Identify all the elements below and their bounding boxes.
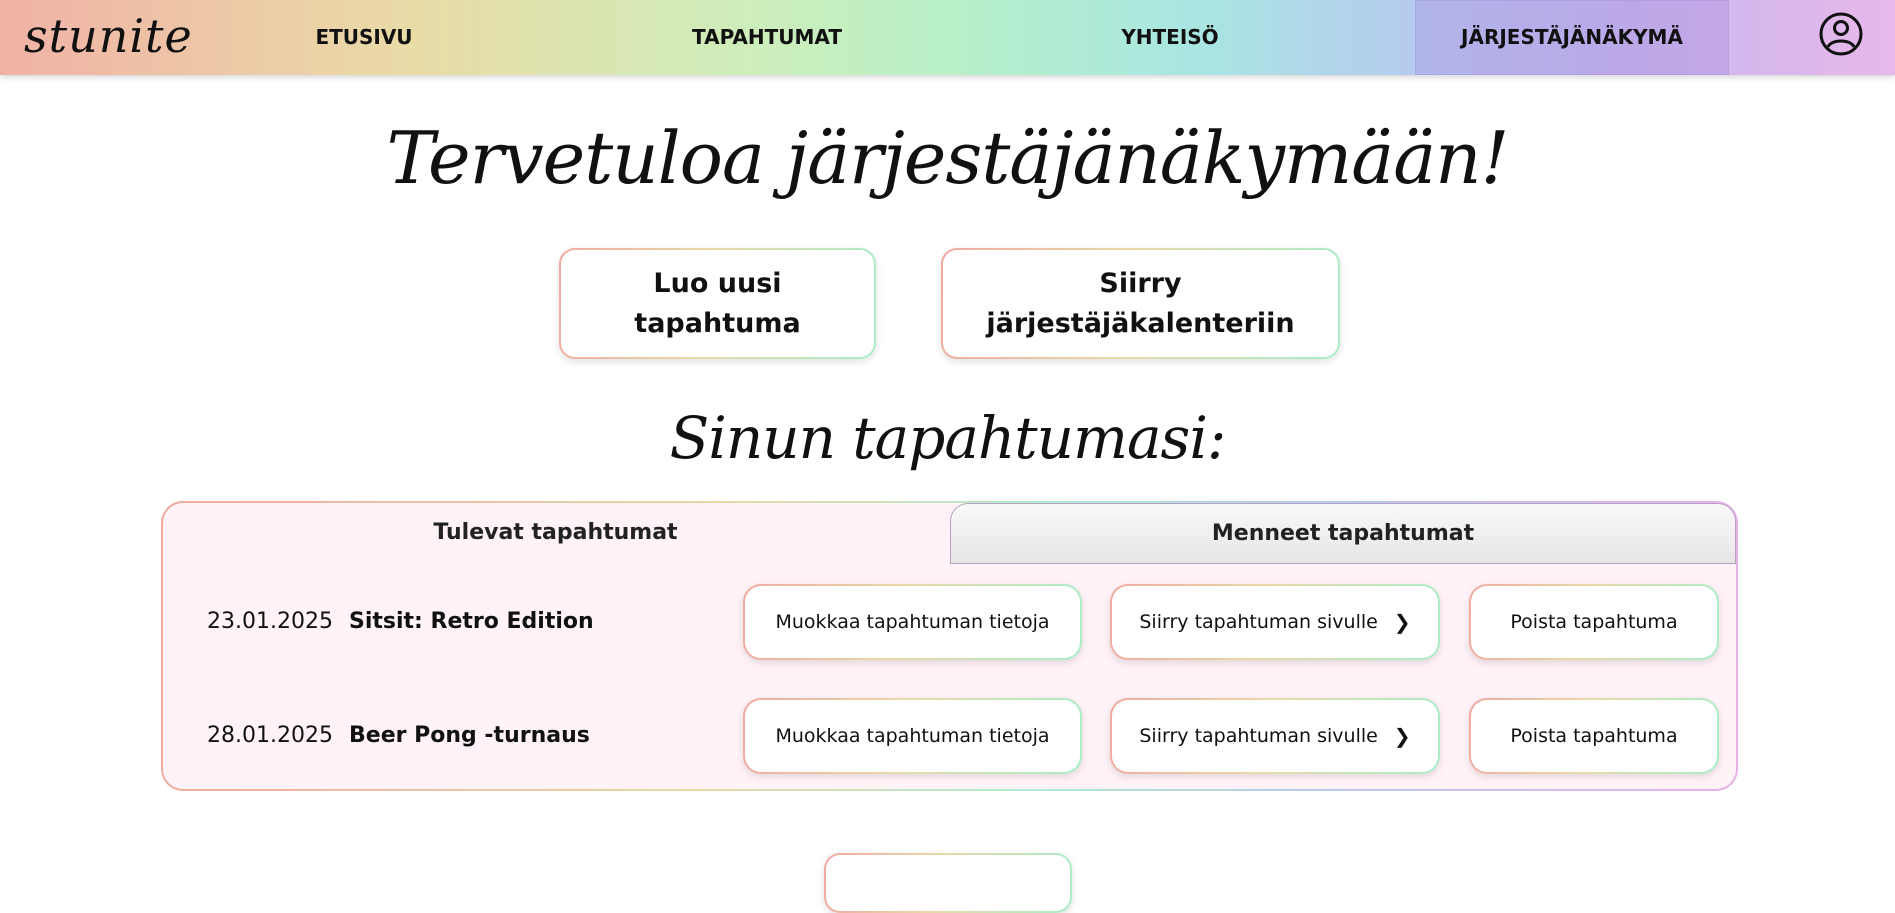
organizer-calendar-label: Siirry järjestäjäkalenteriin: [986, 267, 1295, 339]
nav-tapahtumat[interactable]: TAPAHTUMAT: [667, 0, 867, 75]
bottom-button[interactable]: [824, 853, 1072, 913]
event-row: 23.01.2025 Sitsit: Retro Edition Muokkaa…: [163, 584, 1736, 660]
chevron-right-icon: ❯: [1393, 724, 1411, 748]
organizer-calendar-button[interactable]: Siirry järjestäjäkalenteriin: [941, 248, 1340, 359]
create-event-button[interactable]: Luo uusi tapahtuma: [559, 248, 876, 359]
edit-event-label: Muokkaa tapahtuman tietoja: [775, 611, 1050, 633]
event-name: Sitsit: Retro Edition: [349, 609, 594, 634]
delete-event-button[interactable]: Poista tapahtuma: [1469, 584, 1719, 660]
nav-etusivu[interactable]: ETUSIVU: [264, 0, 464, 75]
edit-event-button[interactable]: Muokkaa tapahtuman tietoja: [743, 698, 1082, 774]
event-name: Beer Pong -turnaus: [349, 723, 590, 748]
page-title: Tervetuloa järjestäjänäkymään!: [386, 116, 1510, 200]
create-event-label: Luo uusi tapahtuma: [634, 267, 801, 339]
section-title: Sinun tapahtumasi:: [669, 404, 1227, 472]
tab-divider: [950, 563, 1736, 564]
tab-upcoming-events[interactable]: Tulevat tapahtumat: [163, 503, 948, 563]
edit-event-button[interactable]: Muokkaa tapahtuman tietoja: [743, 584, 1082, 660]
edit-event-label: Muokkaa tapahtuman tietoja: [775, 725, 1050, 747]
user-circle-icon: [1819, 12, 1863, 56]
goto-event-label: Siirry tapahtuman sivulle: [1139, 725, 1378, 747]
event-date: 23.01.2025: [207, 609, 333, 634]
goto-event-label: Siirry tapahtuman sivulle: [1139, 611, 1378, 633]
nav-yhteiso[interactable]: YHTEISÖ: [1070, 0, 1270, 75]
delete-event-button[interactable]: Poista tapahtuma: [1469, 698, 1719, 774]
nav-jarjestajanakyma[interactable]: JÄRJESTÄJÄNÄKYMÄ: [1415, 0, 1729, 75]
tab-past-events[interactable]: Menneet tapahtumat: [950, 503, 1736, 563]
events-panel: Tulevat tapahtumat Menneet tapahtumat 23…: [161, 501, 1738, 791]
chevron-right-icon: ❯: [1393, 610, 1411, 634]
delete-event-label: Poista tapahtuma: [1510, 725, 1678, 747]
event-date: 28.01.2025: [207, 723, 333, 748]
delete-event-label: Poista tapahtuma: [1510, 611, 1678, 633]
site-logo[interactable]: stunite: [24, 6, 193, 66]
goto-event-button[interactable]: Siirry tapahtuman sivulle ❯: [1110, 698, 1440, 774]
profile-button[interactable]: [1818, 11, 1864, 57]
goto-event-button[interactable]: Siirry tapahtuman sivulle ❯: [1110, 584, 1440, 660]
top-navbar: stunite ETUSIVU TAPAHTUMAT YHTEISÖ JÄRJE…: [0, 0, 1895, 75]
event-row: 28.01.2025 Beer Pong -turnaus Muokkaa ta…: [163, 698, 1736, 774]
